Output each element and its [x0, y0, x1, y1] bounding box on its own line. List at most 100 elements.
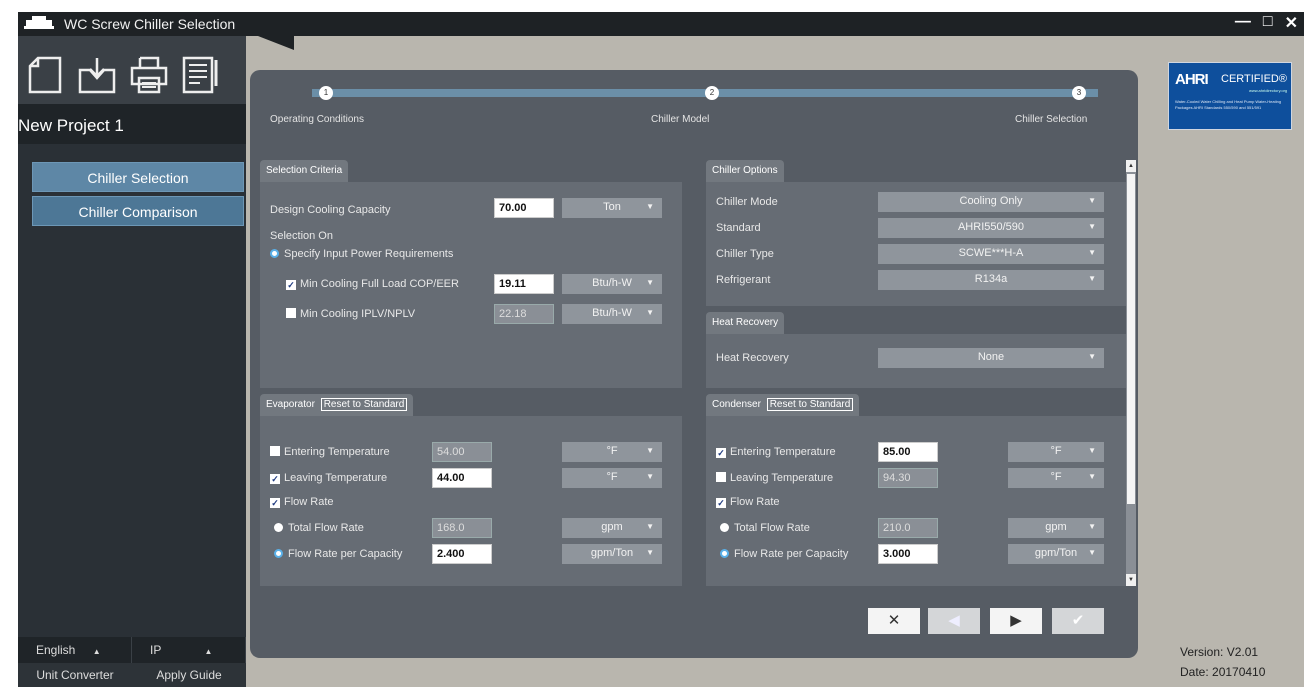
new-file-button[interactable] — [22, 54, 68, 96]
full-load-unit-dropdown[interactable]: Btu/h-W ▼ — [562, 274, 662, 294]
step-3-dot[interactable]: 3 — [1072, 86, 1086, 100]
capacity-unit-dropdown[interactable]: Ton ▼ — [562, 198, 662, 218]
evap-total-flow-radio[interactable]: Total Flow Rate — [274, 522, 364, 534]
nav-chiller-comparison[interactable]: Chiller Comparison — [32, 196, 244, 226]
cond-total-flow-radio[interactable]: Total Flow Rate — [720, 522, 810, 534]
cond-total-flow-unit-dropdown[interactable]: gpm ▼ — [1008, 518, 1104, 538]
chiller-options-panel: Chiller Mode Cooling Only ▼ Standard AHR… — [706, 182, 1126, 306]
report-button[interactable] — [178, 54, 224, 96]
refrigerant-value: R134a — [974, 273, 1008, 285]
new-file-icon — [28, 56, 62, 94]
chiller-mode-dropdown[interactable]: Cooling Only ▼ — [878, 192, 1104, 212]
unit-converter-link[interactable]: Unit Converter — [18, 663, 132, 687]
evap-per-capacity-unit-value: gpm/Ton — [590, 547, 634, 559]
cond-per-capacity-input[interactable]: 3.000 — [878, 544, 938, 564]
condenser-reset-button[interactable]: Reset to Standard — [766, 398, 854, 411]
cond-total-flow-input[interactable]: 210.0 — [878, 518, 938, 538]
apply-guide-link[interactable]: Apply Guide — [132, 663, 246, 687]
ahri-logo: AHRI — [1175, 71, 1209, 88]
min-full-load-input[interactable]: 19.11 — [494, 274, 554, 294]
heat-recovery-dropdown[interactable]: None ▼ — [878, 348, 1104, 368]
evap-flow-rate-checkbox[interactable]: ✓ Flow Rate — [270, 496, 334, 508]
condenser-title: Condenser — [712, 399, 761, 410]
cond-entering-unit-dropdown[interactable]: °F ▼ — [1008, 442, 1104, 462]
dropdown-arrow-icon: ▼ — [646, 202, 654, 211]
evap-per-capacity-unit-dropdown[interactable]: gpm/Ton ▼ — [562, 544, 662, 564]
next-button[interactable]: ▶ — [990, 608, 1042, 634]
selection-criteria-tab: Selection Criteria — [260, 160, 349, 182]
report-icon — [182, 56, 218, 94]
save-button[interactable] — [74, 54, 120, 96]
caret-up-icon: ▲ — [204, 647, 213, 656]
evap-total-flow-unit-dropdown[interactable]: gpm ▼ — [562, 518, 662, 538]
minimize-button[interactable]: — — [1235, 13, 1251, 33]
cond-leaving-unit-dropdown[interactable]: °F ▼ — [1008, 468, 1104, 488]
evap-per-capacity-radio[interactable]: Flow Rate per Capacity — [274, 548, 402, 560]
checkbox-checked-icon: ✓ — [270, 474, 280, 484]
close-button[interactable]: ✕ — [1285, 13, 1298, 33]
cond-per-capacity-radio[interactable]: Flow Rate per Capacity — [720, 548, 848, 560]
dropdown-arrow-icon: ▼ — [1088, 196, 1096, 205]
maximize-button[interactable]: □ — [1263, 13, 1273, 33]
cond-entering-checkbox[interactable]: ✓ Entering Temperature — [716, 446, 836, 458]
main-panel: 1 2 3 Operating Conditions Chiller Model… — [250, 70, 1138, 658]
nav-chiller-selection[interactable]: Chiller Selection — [32, 162, 244, 192]
min-full-load-checkbox[interactable]: ✓ Min Cooling Full Load COP/EER — [286, 278, 459, 290]
standard-dropdown[interactable]: AHRI550/590 ▼ — [878, 218, 1104, 238]
evap-leaving-checkbox[interactable]: ✓ Leaving Temperature — [270, 472, 387, 484]
units-select[interactable]: IP ▲ — [132, 637, 246, 663]
step-1-dot[interactable]: 1 — [319, 86, 333, 100]
save-icon — [78, 58, 116, 94]
sidebar: New Project 1 Chiller Selection Chiller … — [18, 36, 246, 687]
chiller-mode-value: Cooling Only — [959, 195, 1023, 207]
min-iplv-label: Min Cooling IPLV/NPLV — [300, 308, 416, 320]
heat-recovery-tab: Heat Recovery — [706, 312, 785, 334]
step-2-dot[interactable]: 2 — [705, 86, 719, 100]
cond-entering-input[interactable]: 85.00 — [878, 442, 938, 462]
cond-leaving-input[interactable]: 94.30 — [878, 468, 938, 488]
specify-power-radio[interactable]: Specify Input Power Requirements — [270, 248, 453, 260]
vertical-scrollbar[interactable]: ▲ ▼ — [1126, 160, 1136, 586]
evap-leaving-input[interactable]: 44.00 — [432, 468, 492, 488]
min-iplv-checkbox[interactable]: Min Cooling IPLV/NPLV — [286, 308, 415, 320]
dropdown-arrow-icon: ▼ — [646, 522, 654, 531]
cond-leaving-unit-value: °F — [1050, 471, 1062, 483]
window-controls: — □ ✕ — [1235, 13, 1298, 33]
min-iplv-input[interactable]: 22.18 — [494, 304, 554, 324]
evap-entering-unit-dropdown[interactable]: °F ▼ — [562, 442, 662, 462]
evaporator-title: Evaporator — [266, 399, 315, 410]
chiller-type-dropdown[interactable]: SCWE***H-A ▼ — [878, 244, 1104, 264]
finish-button[interactable]: ✔ — [1052, 608, 1104, 634]
cancel-button[interactable]: ✕ — [868, 608, 920, 634]
dropdown-arrow-icon: ▼ — [1088, 446, 1096, 455]
radio-selected-icon — [274, 549, 283, 558]
badge-fine-print: Water-Cooled Water Chilling and Heat Pum… — [1175, 99, 1282, 110]
selection-on-label: Selection On — [270, 230, 333, 242]
language-select[interactable]: English ▲ — [18, 637, 132, 663]
design-capacity-input[interactable]: 70.00 — [494, 198, 554, 218]
cond-flow-rate-checkbox[interactable]: ✓ Flow Rate — [716, 496, 780, 508]
evap-total-flow-input[interactable]: 168.0 — [432, 518, 492, 538]
back-button[interactable]: ◀ — [928, 608, 980, 634]
full-load-unit-value: Btu/h-W — [592, 277, 632, 289]
evap-entering-input[interactable]: 54.00 — [432, 442, 492, 462]
evap-per-capacity-input[interactable]: 2.400 — [432, 544, 492, 564]
scroll-thumb[interactable] — [1127, 174, 1135, 504]
evap-leaving-unit-dropdown[interactable]: °F ▼ — [562, 468, 662, 488]
evap-entering-checkbox[interactable]: Entering Temperature — [270, 446, 390, 458]
condenser-tab: Condenser Reset to Standard — [706, 394, 860, 416]
cond-leaving-checkbox[interactable]: Leaving Temperature — [716, 472, 833, 484]
scroll-down-icon[interactable]: ▼ — [1126, 574, 1136, 586]
title-bar: WC Screw Chiller Selection — □ ✕ — [18, 12, 1304, 36]
print-button[interactable] — [126, 54, 172, 96]
iplv-unit-dropdown[interactable]: Btu/h-W ▼ — [562, 304, 662, 324]
specify-power-label: Specify Input Power Requirements — [284, 248, 454, 260]
evaporator-reset-button[interactable]: Reset to Standard — [320, 398, 408, 411]
evap-leaving-label: Leaving Temperature — [284, 472, 388, 484]
checkbox-checked-icon: ✓ — [716, 448, 726, 458]
dropdown-arrow-icon: ▼ — [646, 446, 654, 455]
refrigerant-dropdown[interactable]: R134a ▼ — [878, 270, 1104, 290]
scroll-up-icon[interactable]: ▲ — [1126, 160, 1136, 172]
dropdown-arrow-icon: ▼ — [1088, 248, 1096, 257]
cond-per-capacity-unit-dropdown[interactable]: gpm/Ton ▼ — [1008, 544, 1104, 564]
